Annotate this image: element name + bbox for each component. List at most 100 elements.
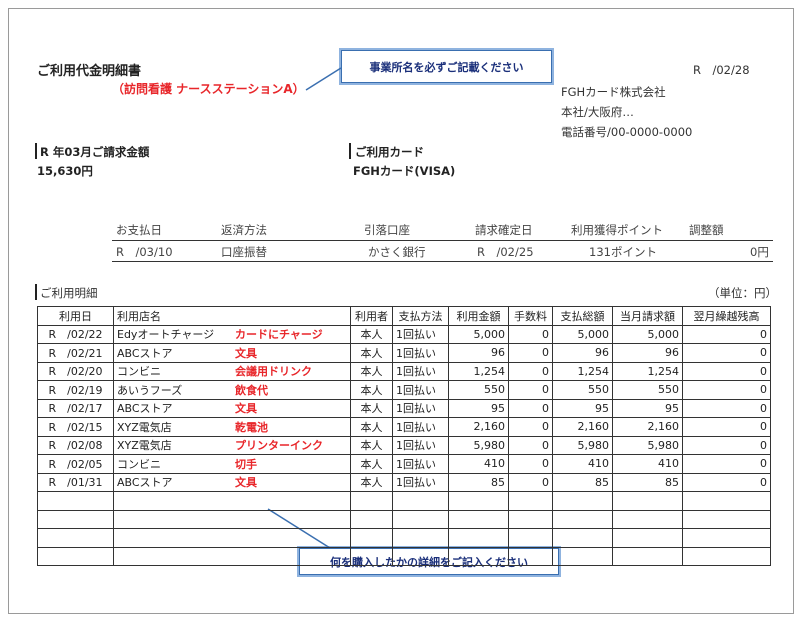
cell-fee: 0 (508, 435, 553, 455)
purchase-note: 切手 (235, 457, 257, 471)
empty-cell (37, 509, 114, 529)
col-amount: 利用金額 (448, 306, 509, 326)
store-name: コンビニ (117, 457, 161, 471)
cell-user: 本人 (350, 343, 393, 363)
cell-total: 96 (552, 343, 613, 363)
empty-cell (350, 509, 393, 529)
empty-cell (350, 528, 393, 548)
empty-cell (508, 546, 553, 566)
cell-user: 本人 (350, 380, 393, 400)
col-store: 利用店名 (113, 306, 351, 326)
info-divider (112, 240, 773, 241)
empty-row (37, 509, 771, 529)
billing-marker (35, 143, 37, 159)
table-row: R /02/20 コンビニ 会議用ドリンク 本人 1回払い 1,254 0 1,254 1,25… (37, 361, 771, 381)
cell-method: 1回払い (392, 380, 449, 400)
table-row: R /02/17 ABCストア 文具 本人 1回払い 95 0 95 95 0 (37, 398, 771, 418)
cell-total: 85 (552, 472, 613, 492)
info-confirm-date: R /02/25 (477, 245, 534, 259)
cell-date: R /02/19 (37, 380, 114, 400)
cell-billed: 95 (612, 398, 683, 418)
empty-cell (552, 491, 613, 511)
purchase-note: 文具 (235, 346, 257, 360)
empty-cell (37, 546, 114, 566)
empty-row (37, 491, 771, 511)
cell-store: Edyオートチャージ カードにチャージ (113, 324, 351, 344)
col-total: 支払総額 (552, 306, 613, 326)
cell-carry: 0 (682, 417, 771, 437)
cell-store: XYZ電気店 乾電池 (113, 417, 351, 437)
cell-date: R /02/08 (37, 435, 114, 455)
empty-cell (508, 491, 553, 511)
empty-cell (37, 491, 114, 511)
cell-carry: 0 (682, 324, 771, 344)
info-bottom-line (112, 261, 773, 262)
table-row: R /02/08 XYZ電気店 プリンターインク 本人 1回払い 5,980 0 5,980 5… (37, 435, 771, 455)
billing-amount: 15,630円 (37, 164, 93, 178)
empty-cell (448, 546, 509, 566)
empty-cell (552, 528, 613, 548)
cell-store: コンビニ 切手 (113, 454, 351, 474)
store-name: あいうフーズ (117, 383, 183, 397)
empty-cell (448, 528, 509, 548)
cell-total: 95 (552, 398, 613, 418)
store-name: Edyオートチャージ (117, 328, 215, 342)
cell-user: 本人 (350, 454, 393, 474)
col-billed: 当月請求額 (612, 306, 683, 326)
cell-method: 1回払い (392, 435, 449, 455)
info-header-points: 利用獲得ポイント (571, 223, 663, 237)
info-header-debit-account: 引落口座 (364, 223, 410, 237)
cell-store: ABCストア 文具 (113, 398, 351, 418)
empty-cell (612, 546, 683, 566)
cell-method: 1回払い (392, 324, 449, 344)
cell-billed: 550 (612, 380, 683, 400)
cell-carry: 0 (682, 361, 771, 381)
cell-fee: 0 (508, 417, 553, 437)
cell-store: コンビニ 会議用ドリンク (113, 361, 351, 381)
table-row: R /02/15 XYZ電気店 乾電池 本人 1回払い 2,160 0 2,160 2,160 0 (37, 417, 771, 437)
purchase-note: 文具 (235, 402, 257, 416)
cell-total: 5,000 (552, 324, 613, 344)
cell-carry: 0 (682, 343, 771, 363)
info-header-payment-date: お支払日 (116, 223, 162, 237)
empty-cell (113, 528, 351, 548)
cell-fee: 0 (508, 454, 553, 474)
col-user: 利用者 (350, 306, 393, 326)
empty-cell (552, 509, 613, 529)
cell-carry: 0 (682, 380, 771, 400)
cell-date: R /01/31 (37, 472, 114, 492)
cell-total: 410 (552, 454, 613, 474)
billing-label: R 年03月ご請求金額 (40, 145, 150, 159)
cell-billed: 85 (612, 472, 683, 492)
cell-carry: 0 (682, 454, 771, 474)
cell-date: R /02/22 (37, 324, 114, 344)
cell-carry: 0 (682, 435, 771, 455)
empty-cell (392, 546, 449, 566)
cell-user: 本人 (350, 417, 393, 437)
empty-cell (682, 509, 771, 529)
empty-cell (448, 491, 509, 511)
cell-date: R /02/21 (37, 343, 114, 363)
details-marker (35, 284, 37, 300)
card-marker (349, 143, 351, 159)
cell-user: 本人 (350, 324, 393, 344)
cell-date: R /02/15 (37, 417, 114, 437)
store-name: ABCストア (117, 346, 173, 360)
cell-user: 本人 (350, 472, 393, 492)
cell-billed: 5,980 (612, 435, 683, 455)
purchase-note: 会議用ドリンク (235, 365, 312, 379)
cell-user: 本人 (350, 398, 393, 418)
cell-billed: 410 (612, 454, 683, 474)
cell-amount: 96 (448, 343, 509, 363)
card-label: ご利用カード (355, 145, 424, 159)
empty-cell (113, 509, 351, 529)
table-row: R /02/05 コンビニ 切手 本人 1回払い 410 0 410 410 0 (37, 454, 771, 474)
empty-cell (682, 546, 771, 566)
cell-amount: 2,160 (448, 417, 509, 437)
table-row: R /02/22 Edyオートチャージ カードにチャージ 本人 1回払い 5,000 0 5,… (37, 324, 771, 344)
info-header-adjustment: 調整額 (689, 223, 724, 237)
empty-cell (448, 509, 509, 529)
cell-billed: 1,254 (612, 361, 683, 381)
cell-date: R /02/05 (37, 454, 114, 474)
table-row: R /02/19 あいうフーズ 飲食代 本人 1回払い 550 0 550 550 0 (37, 380, 771, 400)
